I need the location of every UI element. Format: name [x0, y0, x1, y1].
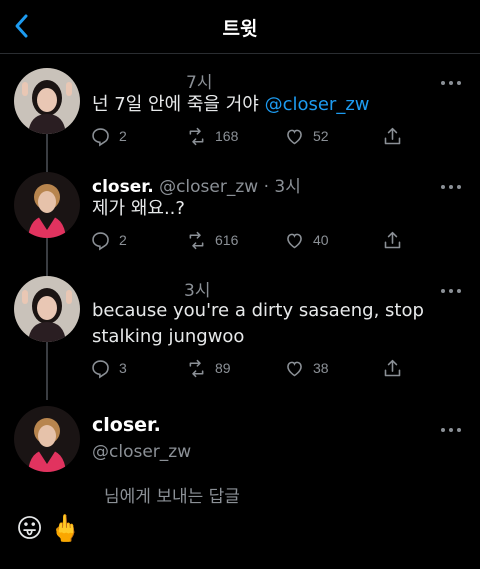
tweet[interactable]: 7시 넌 7일 안에 죽을 거야 @closer_zw 2 168 52 — [0, 64, 480, 164]
like-icon — [287, 361, 302, 376]
reply-icon — [92, 127, 109, 147]
reply-icon — [92, 359, 109, 379]
share-icon — [384, 231, 401, 248]
tweet[interactable]: closer. @closer_zw · 3시 제가 왜요..? 2 616 4… — [0, 168, 480, 268]
page-title: 트윗 — [222, 18, 258, 40]
like-icon — [287, 129, 302, 144]
avatar[interactable] — [14, 406, 80, 472]
retweet-icon — [189, 127, 204, 145]
retweet-button[interactable]: 616 — [186, 228, 238, 252]
tweet-time: 7시 — [186, 73, 213, 93]
reply-count: 2 — [119, 232, 127, 248]
mention-link[interactable]: @closer_zw — [265, 94, 370, 115]
more-icon — [441, 428, 461, 432]
reply-button[interactable]: 2 — [90, 228, 127, 252]
retweet-button[interactable]: 168 — [186, 124, 238, 148]
like-count: 38 — [313, 360, 329, 376]
avatar[interactable] — [14, 68, 80, 134]
handle[interactable]: @closer_zw — [159, 177, 258, 197]
reply-button[interactable]: 2 — [90, 124, 127, 148]
more-button[interactable] — [440, 177, 462, 189]
share-icon — [384, 127, 401, 144]
more-button[interactable] — [440, 281, 462, 293]
more-button[interactable] — [440, 420, 462, 432]
reply-count: 2 — [119, 128, 127, 144]
retweet-count: 89 — [215, 360, 231, 376]
reply-count: 3 — [119, 360, 127, 376]
profile-name[interactable]: closer. — [92, 414, 161, 436]
like-button[interactable]: 52 — [284, 124, 329, 148]
tweet-time: 3시 — [274, 177, 301, 197]
avatar[interactable] — [14, 276, 80, 342]
reply-button[interactable]: 3 — [90, 356, 127, 380]
tweet-text: because you're a dirty sasaeng, stop sta… — [92, 300, 424, 347]
separator: · — [258, 177, 275, 197]
like-count: 40 — [313, 232, 329, 248]
profile-handle[interactable]: @closer_zw — [92, 442, 191, 462]
display-name[interactable]: closer. — [92, 177, 154, 197]
like-button[interactable]: 40 — [284, 228, 329, 252]
tweet-actions: 2 616 40 — [90, 228, 410, 252]
more-icon — [441, 81, 461, 85]
reply-icon — [92, 231, 109, 251]
share-button[interactable] — [382, 124, 403, 148]
retweet-button[interactable]: 89 — [186, 356, 231, 380]
like-button[interactable]: 38 — [284, 356, 329, 380]
retweet-count: 616 — [215, 232, 239, 248]
share-icon — [384, 359, 401, 376]
retweet-icon — [189, 231, 204, 249]
middle-finger-emoji-icon: 🖕 — [49, 514, 82, 544]
share-button[interactable] — [382, 228, 403, 252]
like-icon — [287, 233, 302, 248]
tweet-actions: 3 89 38 — [90, 356, 410, 380]
tweet-actions: 2 168 52 — [90, 124, 410, 148]
more-button[interactable] — [440, 73, 462, 85]
tongue-emoji-icon: 😛 — [16, 514, 44, 544]
top-bar: 트윗 — [0, 0, 480, 54]
retweet-icon — [189, 359, 204, 377]
more-icon — [441, 185, 461, 189]
more-icon — [441, 289, 461, 293]
avatar[interactable] — [14, 172, 80, 238]
tweet-text-body: 넌 7일 안에 죽을 거야 — [92, 94, 259, 115]
retweet-count: 168 — [215, 128, 239, 144]
tweet-text: 넌 7일 안에 죽을 거야 @closer_zw — [92, 92, 452, 118]
share-button[interactable] — [382, 356, 403, 380]
tweet-text: 제가 왜요..? — [92, 198, 185, 219]
emoji-row: 😛 🖕 — [16, 512, 81, 546]
tweet[interactable]: 3시 because you're a dirty sasaeng, stop … — [0, 272, 480, 392]
tweet-header: closer. @closer_zw · 3시 — [92, 172, 301, 197]
reply-to-label: 님에게 보내는 답글 — [104, 487, 240, 507]
like-count: 52 — [313, 128, 329, 144]
